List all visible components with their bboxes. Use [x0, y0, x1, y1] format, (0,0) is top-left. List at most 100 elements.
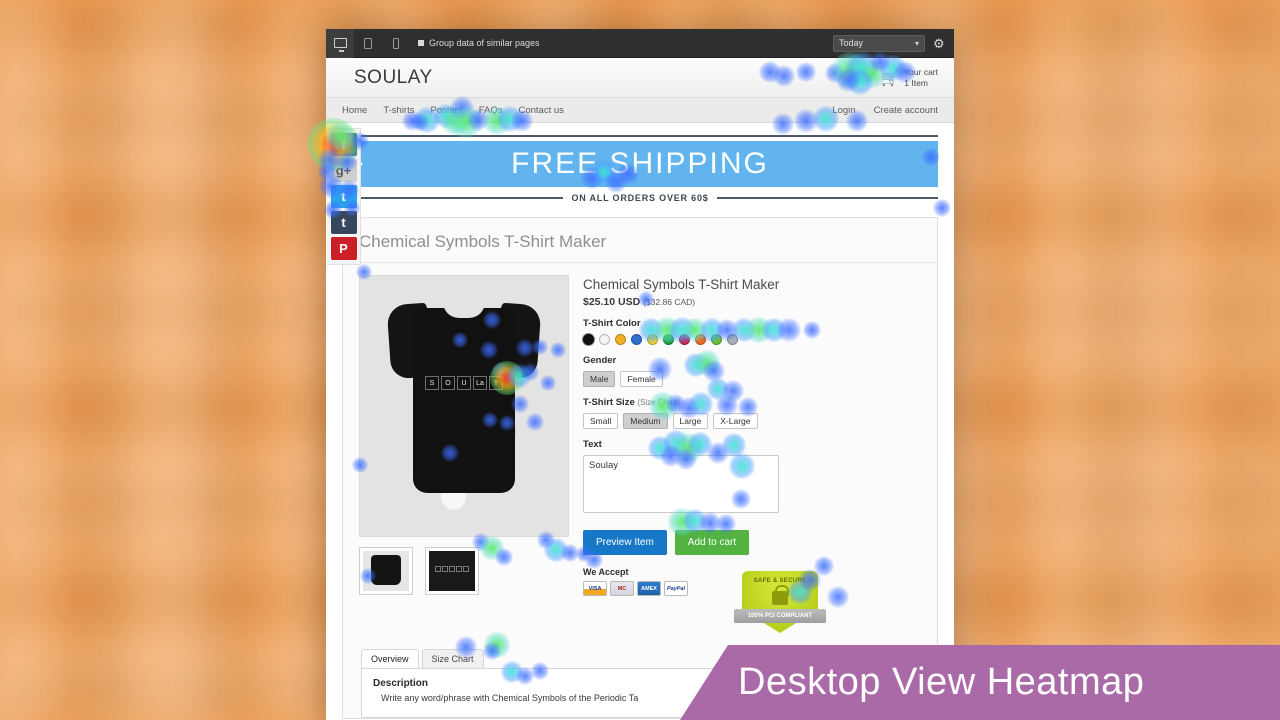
- product-main-image[interactable]: S O U La Y: [359, 275, 569, 537]
- color-swatch-lime[interactable]: [711, 334, 722, 345]
- color-swatch-white[interactable]: [599, 334, 610, 345]
- custom-text-input[interactable]: [583, 455, 779, 513]
- product-price: $25.10 USD ($32.86 CAD): [583, 296, 921, 308]
- google-plus-icon[interactable]: g+: [330, 159, 357, 182]
- tab-overview[interactable]: Overview: [361, 649, 419, 668]
- caption-text: Desktop View Heatmap: [738, 661, 1145, 703]
- payment-icons: VISA MC AMEX PayPal: [583, 581, 688, 596]
- color-label: T-Shirt Color: [583, 318, 641, 329]
- seal-band-text: 100% PCI COMPLIANT: [734, 609, 826, 623]
- twitter-icon[interactable]: t: [330, 185, 357, 208]
- ribbon-tip-right: [916, 141, 938, 187]
- nav-item-posters[interactable]: Posters: [430, 105, 462, 116]
- page-title: Chemical Symbols T-Shirt Maker: [359, 232, 607, 251]
- color-swatch-black[interactable]: [583, 334, 594, 345]
- divider: [343, 262, 937, 263]
- price-usd: $25.10 USD: [583, 296, 641, 308]
- tab-size-chart[interactable]: Size Chart: [421, 649, 484, 668]
- mastercard-icon: MC: [610, 581, 634, 596]
- size-option-large[interactable]: Large: [672, 413, 709, 429]
- page-body: FREE SHIPPING ON ALL ORDERS OVER 60$ Che…: [326, 123, 954, 719]
- size-option-xlarge[interactable]: X-Large: [713, 413, 758, 429]
- cart-title: Your cart: [904, 66, 938, 77]
- product-options: Chemical Symbols T-Shirt Maker $25.10 US…: [583, 275, 921, 633]
- free-shipping-banner: FREE SHIPPING ON ALL ORDERS OVER 60$: [342, 123, 939, 209]
- nav-item-contact-us[interactable]: Contact us: [518, 105, 563, 116]
- size-options: Small Medium Large X-Large: [583, 413, 921, 429]
- thumb-print: [435, 566, 469, 572]
- visa-icon: VISA: [583, 581, 607, 596]
- size-option-small[interactable]: Small: [583, 413, 619, 429]
- gender-option-female[interactable]: Female: [620, 371, 663, 387]
- size-label-text: T-Shirt Size: [583, 397, 635, 408]
- caption-banner: Desktop View Heatmap: [680, 645, 1280, 720]
- device-toggle-tablet[interactable]: [354, 29, 382, 58]
- element-tile: U: [457, 376, 471, 390]
- element-tile: La: [473, 376, 487, 390]
- device-toggle-desktop[interactable]: [326, 29, 354, 58]
- product-gallery: S O U La Y: [359, 275, 569, 633]
- group-similar-pages-checkbox[interactable]: Group data of similar pages: [418, 38, 540, 48]
- thumbnail-print-closeup[interactable]: [425, 547, 479, 595]
- action-buttons: Preview Item Add to cart: [583, 530, 921, 555]
- element-tile: [435, 566, 441, 572]
- site-logo[interactable]: SOULAY: [354, 67, 433, 89]
- gender-options: Male Female: [583, 371, 921, 387]
- color-swatches: [583, 334, 921, 345]
- seal-top-text: SAFE & SECURE: [753, 578, 807, 584]
- cart-widget[interactable]: 🛒 Your cart 1 Item: [881, 67, 938, 89]
- checkbox-icon: [418, 40, 424, 46]
- cart-icon: 🛒: [880, 69, 900, 87]
- text-label: Text: [583, 439, 602, 450]
- nav-item-faqs[interactable]: FAQs: [479, 105, 503, 116]
- amex-icon: AMEX: [637, 581, 661, 596]
- tshirt-graphic: S O U La Y: [386, 290, 542, 495]
- element-tile: [456, 566, 462, 572]
- pinterest-icon[interactable]: P: [330, 237, 357, 260]
- date-range-value: Today: [839, 38, 864, 48]
- size-chart-link[interactable]: (Size Chart): [637, 398, 680, 407]
- thumbnail-shirt-front[interactable]: [359, 547, 413, 595]
- site-header: SOULAY 🛒 Your cart 1 Item: [326, 58, 954, 98]
- thumbnail-strip: [359, 547, 569, 595]
- preview-item-button[interactable]: Preview Item: [583, 530, 667, 555]
- color-swatch-gold[interactable]: [615, 334, 626, 345]
- banner-rule-left: [342, 197, 564, 199]
- thumb-tshirt: [371, 555, 401, 585]
- color-swatch-red[interactable]: [679, 334, 690, 345]
- color-swatch-yellow[interactable]: [647, 334, 658, 345]
- element-tile: [463, 566, 469, 572]
- analytics-window: Group data of similar pages Today ▾ ⚙ SO…: [326, 29, 954, 720]
- banner-subline: ON ALL ORDERS OVER 60$: [571, 193, 709, 203]
- element-tile: Y: [489, 376, 503, 390]
- date-range-select[interactable]: Today ▾: [833, 34, 925, 52]
- element-tile: O: [441, 376, 455, 390]
- tablet-icon: [364, 37, 372, 49]
- banner-rule-right: [716, 197, 939, 199]
- banner-ribbon: FREE SHIPPING: [342, 141, 938, 187]
- nav-item-create-account[interactable]: Create account: [874, 105, 938, 116]
- nav-item-login[interactable]: Login: [832, 105, 855, 116]
- nav-item-tshirts[interactable]: T-shirts: [383, 105, 414, 116]
- color-swatch-grey[interactable]: [727, 334, 738, 345]
- color-swatch-orange[interactable]: [695, 334, 706, 345]
- color-swatch-blue[interactable]: [631, 334, 642, 345]
- phone-icon: [393, 37, 399, 49]
- gender-option-male[interactable]: Male: [583, 371, 616, 387]
- facebook-icon[interactable]: f: [330, 133, 357, 156]
- cart-count: 1 Item: [904, 77, 928, 88]
- color-swatch-green[interactable]: [663, 334, 674, 345]
- element-tile: [449, 566, 455, 572]
- nav-item-home[interactable]: Home: [342, 105, 367, 116]
- tshirt-body: [413, 308, 515, 493]
- size-option-medium[interactable]: Medium: [623, 413, 668, 429]
- product-card: Chemical Symbols T-Shirt Maker S O U La …: [342, 217, 938, 719]
- device-toggle-mobile[interactable]: [382, 29, 410, 58]
- tumblr-icon[interactable]: t: [330, 211, 357, 234]
- social-share-rail: f g+ t t P: [327, 128, 361, 265]
- gear-icon[interactable]: ⚙: [933, 37, 946, 50]
- monitor-icon: [333, 38, 347, 52]
- banner-rule-top: [342, 135, 938, 137]
- size-label: T-Shirt Size (Size Chart): [583, 397, 921, 408]
- add-to-cart-button[interactable]: Add to cart: [674, 530, 750, 555]
